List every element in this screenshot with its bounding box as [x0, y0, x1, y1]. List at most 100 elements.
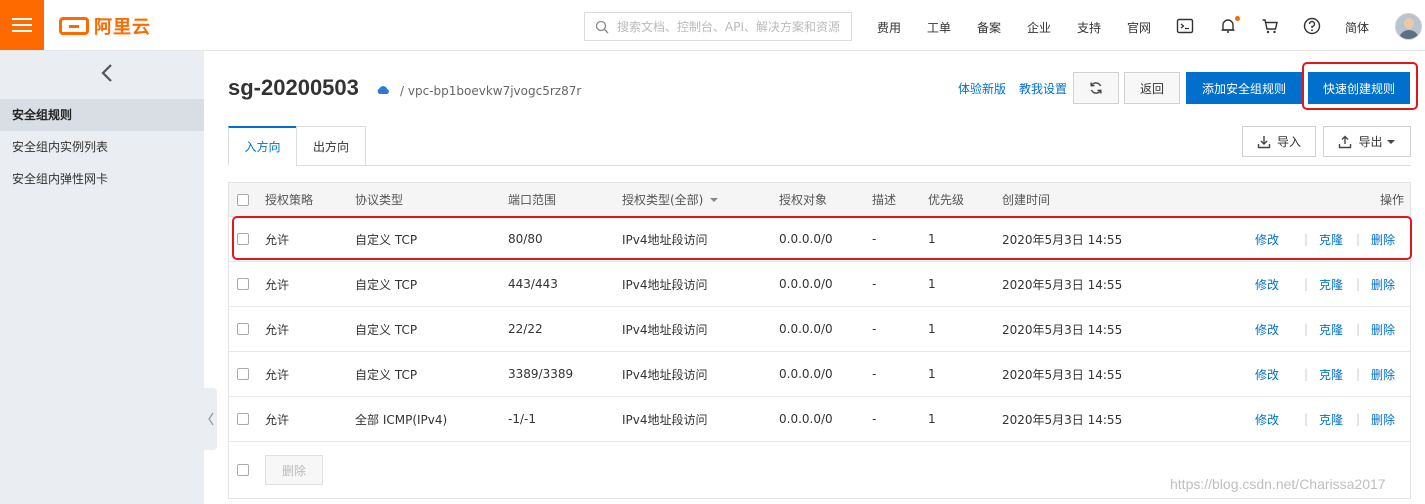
- help-icon[interactable]: [1303, 17, 1321, 35]
- col-auth-type: 授权类型(全部): [622, 193, 704, 207]
- page-title: sg-20200503: [228, 75, 359, 100]
- col-port: 端口范围: [508, 193, 557, 207]
- col-priority: 优先级: [928, 193, 965, 207]
- edit-link[interactable]: 修改: [1255, 307, 1279, 351]
- sidebar-item-instances[interactable]: 安全组内实例列表: [0, 131, 204, 163]
- cell-auth-object: 0.0.0.0/0: [779, 322, 833, 336]
- vpc-breadcrumb[interactable]: / vpc-bp1boevkw7jvogc5rz87r: [400, 84, 581, 98]
- cell-created: 2020年5月3日 14:55: [1002, 277, 1123, 292]
- cell-priority: 1: [928, 277, 936, 291]
- cell-auth-object: 0.0.0.0/0: [779, 367, 833, 381]
- caret-down-icon: [1386, 139, 1395, 144]
- delete-link[interactable]: 删除: [1371, 352, 1395, 396]
- action-separator: |: [1356, 322, 1361, 336]
- bulk-delete-button[interactable]: 删除: [265, 455, 323, 485]
- select-all-checkbox[interactable]: [237, 193, 249, 206]
- brand-logo[interactable]: 阿里云: [59, 15, 151, 38]
- nav-enterprise[interactable]: 企业: [1027, 19, 1051, 36]
- sidebar-item-eni[interactable]: 安全组内弹性网卡: [0, 163, 204, 195]
- cell-description: -: [872, 367, 877, 381]
- export-icon: [1339, 135, 1352, 148]
- refresh-button[interactable]: [1073, 72, 1119, 104]
- clone-link[interactable]: 克隆: [1319, 262, 1343, 306]
- edit-link[interactable]: 修改: [1255, 397, 1279, 441]
- action-separator: |: [1356, 367, 1361, 381]
- sidebar-collapse-handle[interactable]: [204, 388, 217, 450]
- cell-policy: 允许: [265, 322, 290, 337]
- language-switch[interactable]: 简体: [1345, 19, 1369, 36]
- clone-link[interactable]: 克隆: [1319, 397, 1343, 441]
- nav-support[interactable]: 支持: [1077, 19, 1101, 36]
- clone-link[interactable]: 克隆: [1319, 307, 1343, 351]
- hamburger-menu-button[interactable]: [0, 0, 44, 50]
- cell-auth-type: IPv4地址段访问: [622, 367, 708, 382]
- cell-policy: 允许: [265, 277, 290, 292]
- export-label: 导出: [1358, 135, 1383, 149]
- import-button[interactable]: 导入: [1242, 126, 1316, 157]
- cell-auth-type: IPv4地址段访问: [622, 322, 708, 337]
- edit-link[interactable]: 修改: [1255, 262, 1279, 306]
- top-bar: 阿里云 费用 工单 备案 企业 支持 官网 简体: [0, 0, 1425, 51]
- user-avatar[interactable]: [1395, 13, 1422, 40]
- action-separator: |: [1356, 277, 1361, 291]
- cell-protocol: 自定义 TCP: [355, 277, 418, 292]
- cell-protocol: 自定义 TCP: [355, 322, 418, 337]
- search-input[interactable]: [617, 19, 847, 34]
- tutorial-link[interactable]: 教我设置: [1019, 80, 1067, 97]
- nav-official-site[interactable]: 官网: [1127, 19, 1151, 36]
- action-separator: |: [1304, 322, 1309, 336]
- footer-select-all-checkbox[interactable]: [237, 464, 249, 476]
- table-header: 授权策略 协议类型 端口范围 授权类型(全部) 授权对象 描述 优先级 创建时间…: [229, 183, 1410, 217]
- col-auth-type-filter[interactable]: 授权类型(全部): [622, 183, 719, 216]
- tab-inbound[interactable]: 入方向: [228, 126, 297, 166]
- row-checkbox[interactable]: [237, 323, 249, 335]
- sidebar: 安全组规则 安全组内实例列表 安全组内弹性网卡: [0, 51, 204, 504]
- refresh-icon: [1090, 82, 1102, 94]
- cell-auth-object: 0.0.0.0/0: [779, 412, 833, 426]
- cell-protocol: 全部 ICMP(IPv4): [355, 412, 448, 427]
- cell-port: -1/-1: [508, 412, 536, 426]
- row-checkbox[interactable]: [237, 368, 249, 380]
- cell-created: 2020年5月3日 14:55: [1002, 322, 1123, 337]
- back-button[interactable]: 返回: [1124, 72, 1180, 104]
- import-label: 导入: [1276, 135, 1301, 149]
- row-checkbox[interactable]: [237, 278, 249, 290]
- nav-fees[interactable]: 费用: [877, 19, 901, 36]
- tab-outbound[interactable]: 出方向: [296, 126, 366, 166]
- bell-icon[interactable]: [1219, 17, 1237, 35]
- cell-priority: 1: [928, 322, 936, 336]
- col-created: 创建时间: [1002, 193, 1051, 207]
- notification-dot: [1235, 16, 1240, 21]
- delete-link[interactable]: 删除: [1371, 262, 1395, 306]
- cell-auth-type: IPv4地址段访问: [622, 412, 708, 427]
- col-auth-object: 授权对象: [779, 193, 828, 207]
- cell-port: 22/22: [508, 322, 543, 336]
- edit-link[interactable]: 修改: [1255, 352, 1279, 396]
- delete-link[interactable]: 删除: [1371, 397, 1395, 441]
- caret-down-icon: [710, 197, 719, 202]
- clone-link[interactable]: 克隆: [1319, 352, 1343, 396]
- delete-link[interactable]: 删除: [1371, 307, 1395, 351]
- table-row: 允许 自定义 TCP 22/22 IPv4地址段访问 0.0.0.0/0 - 1 2020年5…: [229, 307, 1410, 352]
- add-rule-button[interactable]: 添加安全组规则: [1186, 72, 1302, 104]
- cell-policy: 允许: [265, 412, 290, 427]
- terminal-icon[interactable]: [1176, 17, 1194, 35]
- chevron-left-icon[interactable]: [98, 62, 118, 84]
- search-icon: [595, 20, 609, 33]
- import-icon: [1257, 135, 1271, 148]
- cart-icon[interactable]: [1261, 17, 1279, 35]
- try-new-version-link[interactable]: 体验新版: [958, 80, 1006, 97]
- nav-tickets[interactable]: 工单: [927, 19, 951, 36]
- row-checkbox[interactable]: [237, 413, 249, 425]
- cell-port: 3389/3389: [508, 367, 574, 381]
- export-button[interactable]: 导出: [1323, 126, 1411, 157]
- brand-name: 阿里云: [94, 17, 151, 38]
- watermark: https://blog.csdn.net/Charissa2017: [1170, 476, 1386, 492]
- tabs-divider: [228, 165, 1411, 166]
- action-separator: |: [1356, 412, 1361, 426]
- sidebar-item-rules[interactable]: 安全组规则: [0, 99, 204, 131]
- search-box[interactable]: [584, 12, 852, 41]
- col-actions: 操作: [1380, 193, 1405, 207]
- table-row: 允许 自定义 TCP 443/443 IPv4地址段访问 0.0.0.0/0 - 1 2020…: [229, 262, 1410, 307]
- nav-filing[interactable]: 备案: [977, 19, 1001, 36]
